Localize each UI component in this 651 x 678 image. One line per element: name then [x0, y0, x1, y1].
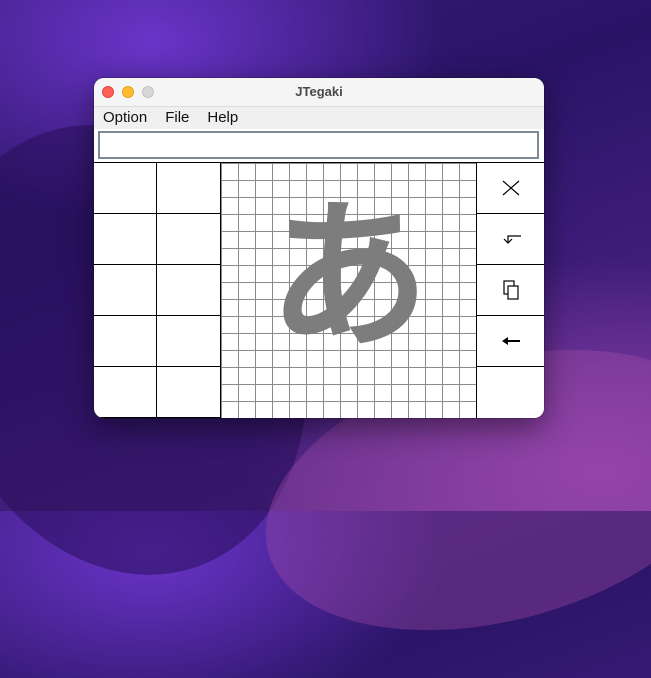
candidate-cell[interactable]: [157, 265, 221, 316]
menu-help[interactable]: Help: [198, 107, 247, 129]
menu-option[interactable]: Option: [94, 107, 156, 129]
window-title: JTegaki: [295, 84, 343, 99]
candidate-cell[interactable]: [94, 265, 157, 316]
candidate-grid: [94, 163, 221, 418]
candidate-cell[interactable]: [157, 163, 221, 214]
title-bar: JTegaki: [94, 78, 544, 107]
candidate-cell[interactable]: [94, 367, 157, 418]
candidate-cell[interactable]: [94, 316, 157, 367]
candidate-cell[interactable]: [157, 316, 221, 367]
main-pane: あ: [94, 162, 544, 418]
backspace-button[interactable]: [477, 316, 544, 367]
tool-column: [477, 163, 544, 418]
empty-tool-slot: [477, 367, 544, 418]
candidate-cell[interactable]: [157, 367, 221, 418]
copy-icon: [502, 280, 519, 300]
enter-icon: [503, 235, 521, 244]
clear-icon: [502, 180, 519, 196]
handwriting-canvas[interactable]: あ: [221, 163, 477, 418]
candidate-cell[interactable]: [94, 214, 157, 265]
app-window: JTegaki Option File Help あ: [94, 78, 544, 418]
menu-file[interactable]: File: [156, 107, 198, 129]
enter-button[interactable]: [477, 214, 544, 265]
candidate-cell[interactable]: [94, 163, 157, 214]
copy-button[interactable]: [477, 265, 544, 316]
drawn-strokes: あ: [266, 180, 432, 373]
backspace-icon: [501, 337, 520, 345]
clear-button[interactable]: [477, 163, 544, 214]
menu-bar: Option File Help: [94, 107, 544, 129]
candidate-cell[interactable]: [157, 214, 221, 265]
